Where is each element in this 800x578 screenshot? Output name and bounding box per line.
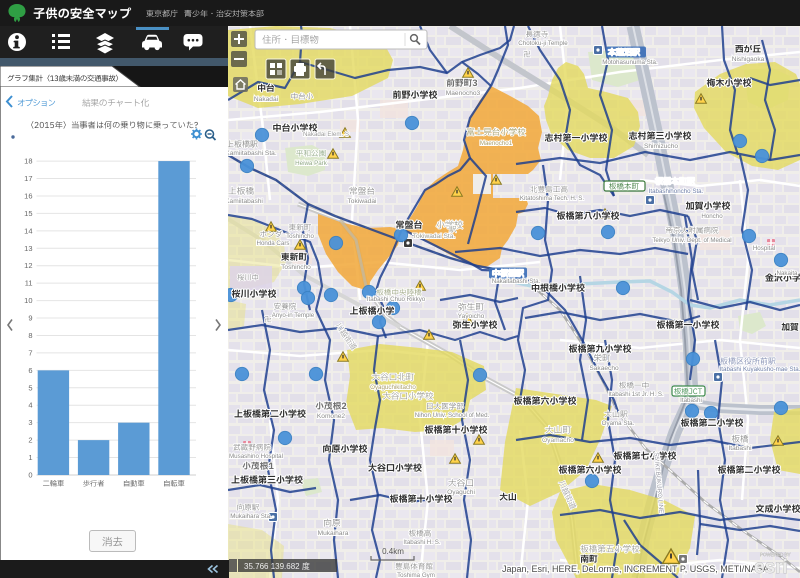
- svg-text:Teikyo Univ. Dept. of Medical: Teikyo Univ. Dept. of Medical: [652, 237, 731, 244]
- svg-text:35.766 139.682 度: 35.766 139.682 度: [244, 561, 310, 571]
- svg-text:Toshima Gym: Toshima Gym: [397, 572, 435, 578]
- svg-text:7: 7: [28, 348, 32, 357]
- svg-text:17: 17: [24, 174, 32, 183]
- svg-text:Oyaguchikitacho: Oyaguchikitacho: [370, 384, 416, 391]
- svg-text:Nihon Univ. School of Med.: Nihon Univ. School of Med.: [415, 412, 490, 419]
- svg-text:Kitatoshima Tech. H. S.: Kitatoshima Tech. H. S.: [520, 195, 584, 202]
- svg-text:Yayoicho: Yayoicho: [458, 313, 485, 320]
- svg-text:Kamiitabashi Sta.: Kamiitabashi Sta.: [228, 150, 277, 157]
- svg-text:0.4km: 0.4km: [382, 547, 404, 556]
- svg-text:Itabashi H. S.: Itabashi H. S.: [403, 539, 440, 546]
- svg-text:Nakaitabashi Sta.: Nakaitabashi Sta.: [492, 278, 541, 285]
- svg-text:12: 12: [24, 261, 32, 270]
- svg-text:Nakaita: Nakaita: [777, 270, 799, 277]
- svg-text:Motohasunuma Sta.: Motohasunuma Sta.: [602, 59, 658, 66]
- svg-text:Itabashi Chuo Rikkyo: Itabashi Chuo Rikkyo: [367, 296, 426, 303]
- svg-text:Mukaihara: Mukaihara: [318, 530, 349, 537]
- svg-text:Itabashihoncho Sta.: Itabashihoncho Sta.: [649, 188, 704, 195]
- svg-text:Toshincho: Toshincho: [286, 233, 314, 240]
- svg-text:Oyaguchi: Oyaguchi: [447, 489, 475, 496]
- svg-text:Japan, Esri, HERE, DeLorme, IN: Japan, Esri, HERE, DeLorme, INCREMENT P,…: [502, 564, 769, 574]
- svg-text:3: 3: [28, 418, 32, 427]
- svg-text:Hospital: Hospital: [753, 245, 775, 252]
- svg-text:Honda Cars: Honda Cars: [256, 240, 289, 247]
- svg-text:Shimizucho: Shimizucho: [644, 143, 678, 150]
- svg-text:4: 4: [28, 401, 32, 410]
- svg-text:Toshincho: Toshincho: [281, 264, 311, 271]
- svg-text:18: 18: [24, 157, 32, 166]
- svg-text:10: 10: [24, 296, 32, 305]
- svg-text:Maenocho3: Maenocho3: [446, 90, 481, 97]
- svg-text:Tokiwadai: Tokiwadai: [348, 198, 377, 205]
- svg-text:Heiwa Park: Heiwa Park: [295, 160, 328, 167]
- svg-text:6: 6: [28, 366, 32, 375]
- svg-text:Itabashi: Itabashi: [728, 445, 752, 452]
- svg-text:15: 15: [24, 209, 32, 218]
- svg-text:0: 0: [28, 471, 32, 480]
- svg-text:2: 2: [28, 436, 32, 445]
- svg-text:Tokiwadai Sta.: Tokiwadai Sta.: [413, 233, 456, 240]
- svg-text:Honcho: Honcho: [701, 213, 723, 220]
- svg-text:Komone2: Komone2: [317, 413, 346, 420]
- svg-text:Nakadai: Nakadai: [254, 96, 279, 103]
- svg-text:Oyama Sta.: Oyama Sta.: [602, 420, 635, 427]
- svg-text:13: 13: [24, 244, 32, 253]
- svg-text:Chotoku-ji Temple: Chotoku-ji Temple: [518, 40, 568, 47]
- svg-text:1: 1: [28, 453, 32, 462]
- svg-text:16: 16: [24, 191, 32, 200]
- svg-text:Anyo-in Temple: Anyo-in Temple: [272, 312, 315, 319]
- svg-text:Sakaecho: Sakaecho: [589, 365, 619, 372]
- svg-text:Mukaihara Sta.: Mukaihara Sta.: [230, 513, 272, 520]
- svg-text:Nishigaoka: Nishigaoka: [732, 56, 765, 63]
- svg-text:11: 11: [25, 279, 33, 288]
- svg-text:Itabashi: Itabashi: [680, 397, 702, 404]
- svg-text:Oyamacho: Oyamacho: [542, 437, 574, 444]
- svg-text:Kamiitabashi: Kamiitabashi: [228, 198, 263, 205]
- svg-text:Itabashi Kuyakusho-mae Sta.: Itabashi Kuyakusho-mae Sta.: [720, 366, 800, 373]
- svg-text:Musashino Hospital: Musashino Hospital: [229, 453, 283, 460]
- svg-text:Itabashi 1st Jr. H. S.: Itabashi 1st Jr. H. S.: [608, 391, 664, 398]
- svg-text:Nakadai Elem. S: Nakadai Elem. S: [303, 131, 349, 138]
- svg-text:Maenocho1: Maenocho1: [480, 140, 513, 147]
- svg-text:esri: esri: [754, 557, 788, 578]
- svg-text:5: 5: [28, 383, 32, 392]
- svg-text:14: 14: [24, 226, 32, 235]
